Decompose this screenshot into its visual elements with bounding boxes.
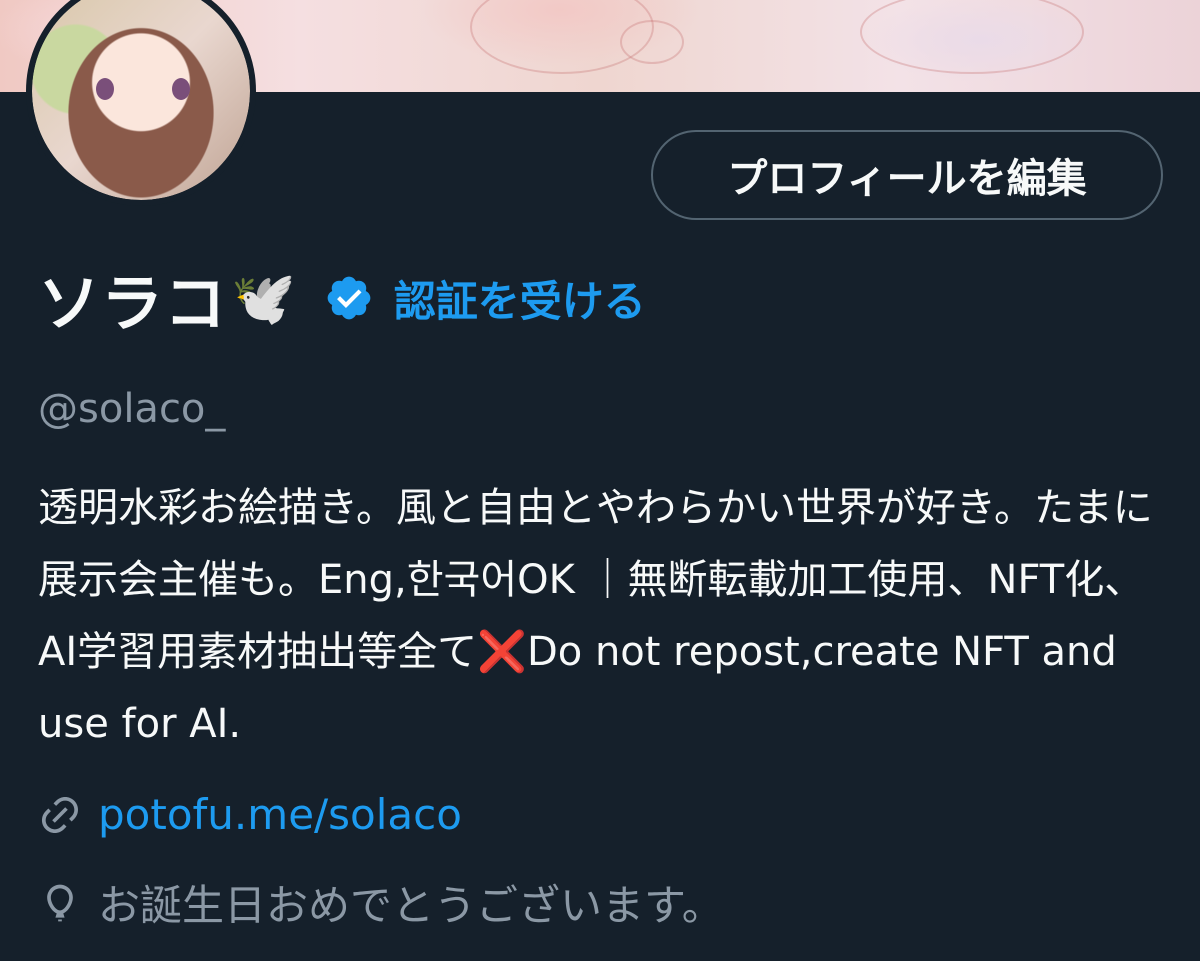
website-link[interactable]: potofu.me/solaco: [98, 790, 462, 839]
profile-bio: 透明水彩お絵描き。風と自由とやわらかい世界が好き。たまに展示会主催も。Eng,한…: [38, 485, 1153, 747]
website-row: potofu.me/solaco: [38, 790, 462, 839]
username-handle: @solaco_: [38, 386, 226, 432]
name-row: ソラコ 🕊️ 認証を受ける: [38, 258, 646, 340]
get-verified-link[interactable]: 認証を受ける: [394, 268, 646, 329]
link-icon: [41, 796, 79, 833]
birthday-text: お誕生日おめでとうございます。: [98, 881, 724, 930]
dove-emoji: 🕊️: [231, 268, 296, 329]
verified-badge-icon[interactable]: [324, 273, 374, 323]
edit-profile-button[interactable]: プロフィールを編集: [651, 130, 1163, 220]
display-name: ソラコ: [38, 267, 228, 340]
balloon-icon: [47, 884, 73, 921]
avatar-container: [26, 0, 256, 206]
birthday-row: お誕生日おめでとうございます。: [38, 872, 724, 933]
avatar[interactable]: [26, 0, 256, 206]
